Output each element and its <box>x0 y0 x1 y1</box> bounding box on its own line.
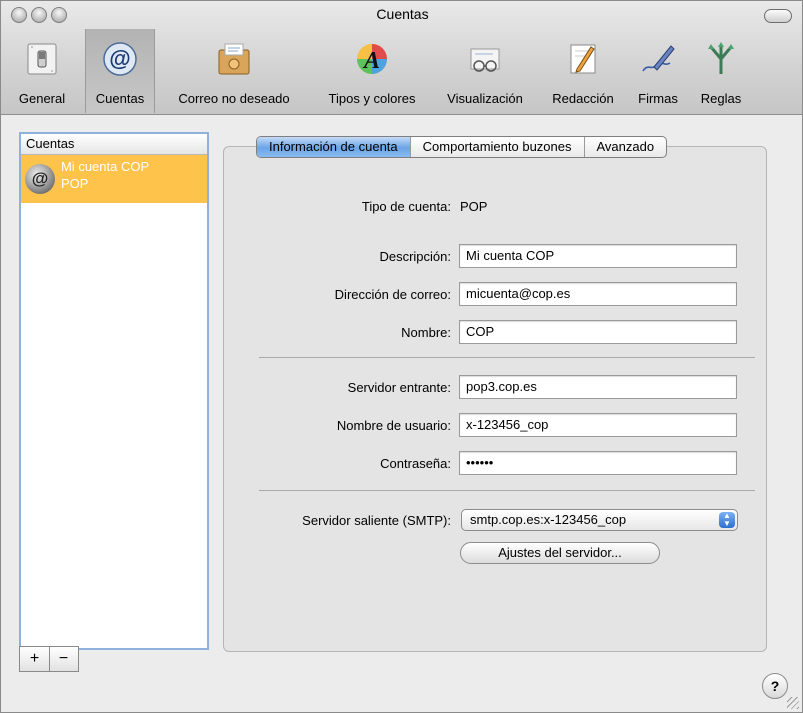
viewing-glasses-icon <box>470 48 500 72</box>
toolbar-label: Redacción <box>552 91 614 106</box>
account-type-label: Tipo de cuenta: <box>361 199 451 214</box>
tab-comportamiento-buzones[interactable]: Comportamiento buzones <box>409 137 584 157</box>
tab-informacion-de-cuenta[interactable]: Información de cuenta <box>257 137 410 157</box>
popup-arrows-icon: ▲ ▼ <box>719 512 735 528</box>
window-title: Cuentas <box>376 6 429 22</box>
toolbar-general[interactable]: General <box>17 29 67 113</box>
section-divider <box>259 490 755 491</box>
toolbar-reglas[interactable]: Reglas <box>691 29 751 113</box>
username-field[interactable]: x-123456_cop <box>459 413 737 437</box>
help-button[interactable]: ? <box>762 673 788 699</box>
name-label: Nombre: <box>401 325 451 340</box>
account-list-item[interactable]: @ Mi cuenta COP POP <box>21 155 207 203</box>
toolbar-cuentas[interactable]: @ Cuentas <box>85 29 155 113</box>
preferences-content: Cuentas @ Mi cuenta COP POP + − Informac… <box>1 115 802 712</box>
add-remove-control: + − <box>19 646 79 672</box>
toolbar-redaccion[interactable]: Redacción <box>541 29 625 113</box>
email-label: Dirección de correo: <box>334 287 451 302</box>
toolbar-firmas[interactable]: Firmas <box>629 29 687 113</box>
svg-text:@: @ <box>109 46 130 71</box>
toolbar-toggle-button[interactable] <box>764 9 792 23</box>
remove-account-button[interactable]: − <box>49 647 78 671</box>
account-type: POP <box>61 176 89 191</box>
preferences-toolbar: General @ Cuentas Correo no deseado A Ti… <box>1 29 802 113</box>
toolbar-label: General <box>18 91 66 106</box>
password-label: Contraseña: <box>380 456 451 471</box>
tab-avanzado[interactable]: Avanzado <box>583 137 667 157</box>
preferences-window: Cuentas General @ Cuentas Correo no dese… <box>0 0 803 713</box>
incoming-server-field[interactable]: pop3.cop.es <box>459 375 737 399</box>
account-at-icon: @ <box>25 164 55 194</box>
toolbar-tipos-y-colores[interactable]: A Tipos y colores <box>313 29 431 113</box>
toolbar-label: Visualización <box>447 91 523 106</box>
settings-tabs: Información de cuenta Comportamiento buz… <box>256 136 668 158</box>
title-bar: Cuentas General @ Cuentas Correo no dese… <box>1 1 802 115</box>
password-field[interactable]: •••••• <box>459 451 737 475</box>
svg-text:A: A <box>362 48 380 74</box>
at-sign-icon: @ <box>103 42 137 76</box>
name-field[interactable]: COP <box>459 320 737 344</box>
description-label: Descripción: <box>379 249 451 264</box>
description-field[interactable]: Mi cuenta COP <box>459 244 737 268</box>
resize-grip[interactable] <box>787 697 799 709</box>
switch-icon <box>27 43 57 75</box>
accounts-list[interactable]: Cuentas @ Mi cuenta COP POP <box>19 132 209 650</box>
incoming-server-label: Servidor entrante: <box>347 380 451 395</box>
account-settings-panel <box>223 146 767 652</box>
toolbar-visualizacion[interactable]: Visualización <box>435 29 535 113</box>
account-type-value: POP <box>460 199 488 214</box>
toolbar-label: Firmas <box>638 91 678 106</box>
add-account-button[interactable]: + <box>20 647 50 671</box>
section-divider <box>259 357 755 358</box>
toolbar-label: Cuentas <box>95 91 145 106</box>
server-settings-button[interactable]: Ajustes del servidor... <box>460 542 660 564</box>
email-field[interactable]: micuenta@cop.es <box>459 282 737 306</box>
signature-pen-icon <box>642 45 675 72</box>
smtp-server-value: smtp.cop.es:x-123456_cop <box>470 512 627 527</box>
toolbar-label: Reglas <box>700 91 742 106</box>
toolbar-correo-no-deseado[interactable]: Correo no deseado <box>161 29 307 113</box>
fonts-colors-icon: A <box>357 44 387 74</box>
accounts-list-header: Cuentas <box>21 134 207 155</box>
junk-mail-icon <box>218 43 250 75</box>
smtp-label: Servidor saliente (SMTP): <box>302 513 451 528</box>
composing-pencil-icon <box>570 44 596 74</box>
username-label: Nombre de usuario: <box>336 418 451 433</box>
account-name: Mi cuenta COP <box>61 159 150 174</box>
toolbar-label: Correo no deseado <box>178 91 290 106</box>
toolbar-label: Tipos y colores <box>328 91 416 106</box>
smtp-server-popup[interactable]: smtp.cop.es:x-123456_cop ▲ ▼ <box>461 509 738 531</box>
rules-arrows-icon <box>708 42 734 74</box>
